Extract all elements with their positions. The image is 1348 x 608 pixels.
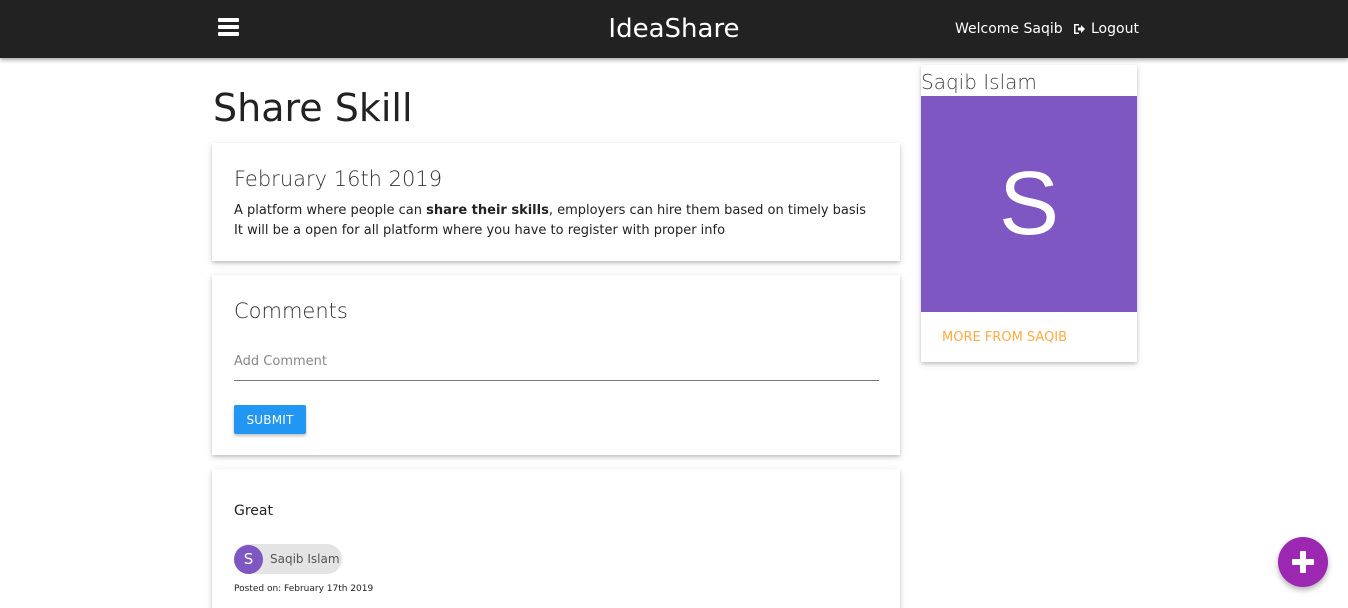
idea-card: February 16th 2019 A platform where peop… <box>212 143 900 261</box>
profile-card: Saqib Islam S MORE FROM SAQIB <box>921 65 1137 362</box>
posted-date: Posted on: February 17th 2019 <box>234 584 374 594</box>
add-comment-input[interactable] <box>234 347 879 381</box>
author-name: Saqib Islam <box>270 552 340 566</box>
logout-link[interactable]: Logout <box>1073 21 1139 37</box>
idea-line-1: A platform where people can share their … <box>234 203 867 218</box>
author-chip[interactable]: S Saqib Islam <box>234 544 342 574</box>
comments-title: Comments <box>234 299 348 323</box>
submit-button[interactable]: SUBMIT <box>234 405 306 434</box>
profile-name: Saqib Islam <box>921 70 1037 94</box>
brand: IdeaShare <box>0 14 1348 44</box>
comment-item: Great S Saqib Islam Posted on: February … <box>212 469 900 608</box>
idea-description: A platform where people can share their … <box>234 201 878 241</box>
welcome-text[interactable]: Welcome Saqib <box>955 21 1063 37</box>
idea-highlight: share their skills <box>426 203 549 218</box>
more-from-user-link[interactable]: MORE FROM SAQIB <box>942 330 1067 345</box>
idea-line-2: It will be a open for all platform where… <box>234 223 726 238</box>
brand-title[interactable]: IdeaShare <box>608 14 739 44</box>
comments-card: Comments SUBMIT <box>212 275 900 455</box>
author-avatar: S <box>234 544 263 574</box>
logout-label: Logout <box>1091 21 1139 37</box>
comment-text: Great <box>234 503 273 519</box>
sign-out-icon <box>1074 24 1085 34</box>
profile-avatar: S <box>921 96 1137 312</box>
top-navbar: IdeaShare Welcome Saqib Logout <box>0 0 1348 58</box>
hamburger-menu-icon[interactable] <box>218 18 239 36</box>
add-fab-button[interactable] <box>1278 537 1328 587</box>
page-title: Share Skill <box>213 86 413 130</box>
idea-date: February 16th 2019 <box>234 167 443 191</box>
